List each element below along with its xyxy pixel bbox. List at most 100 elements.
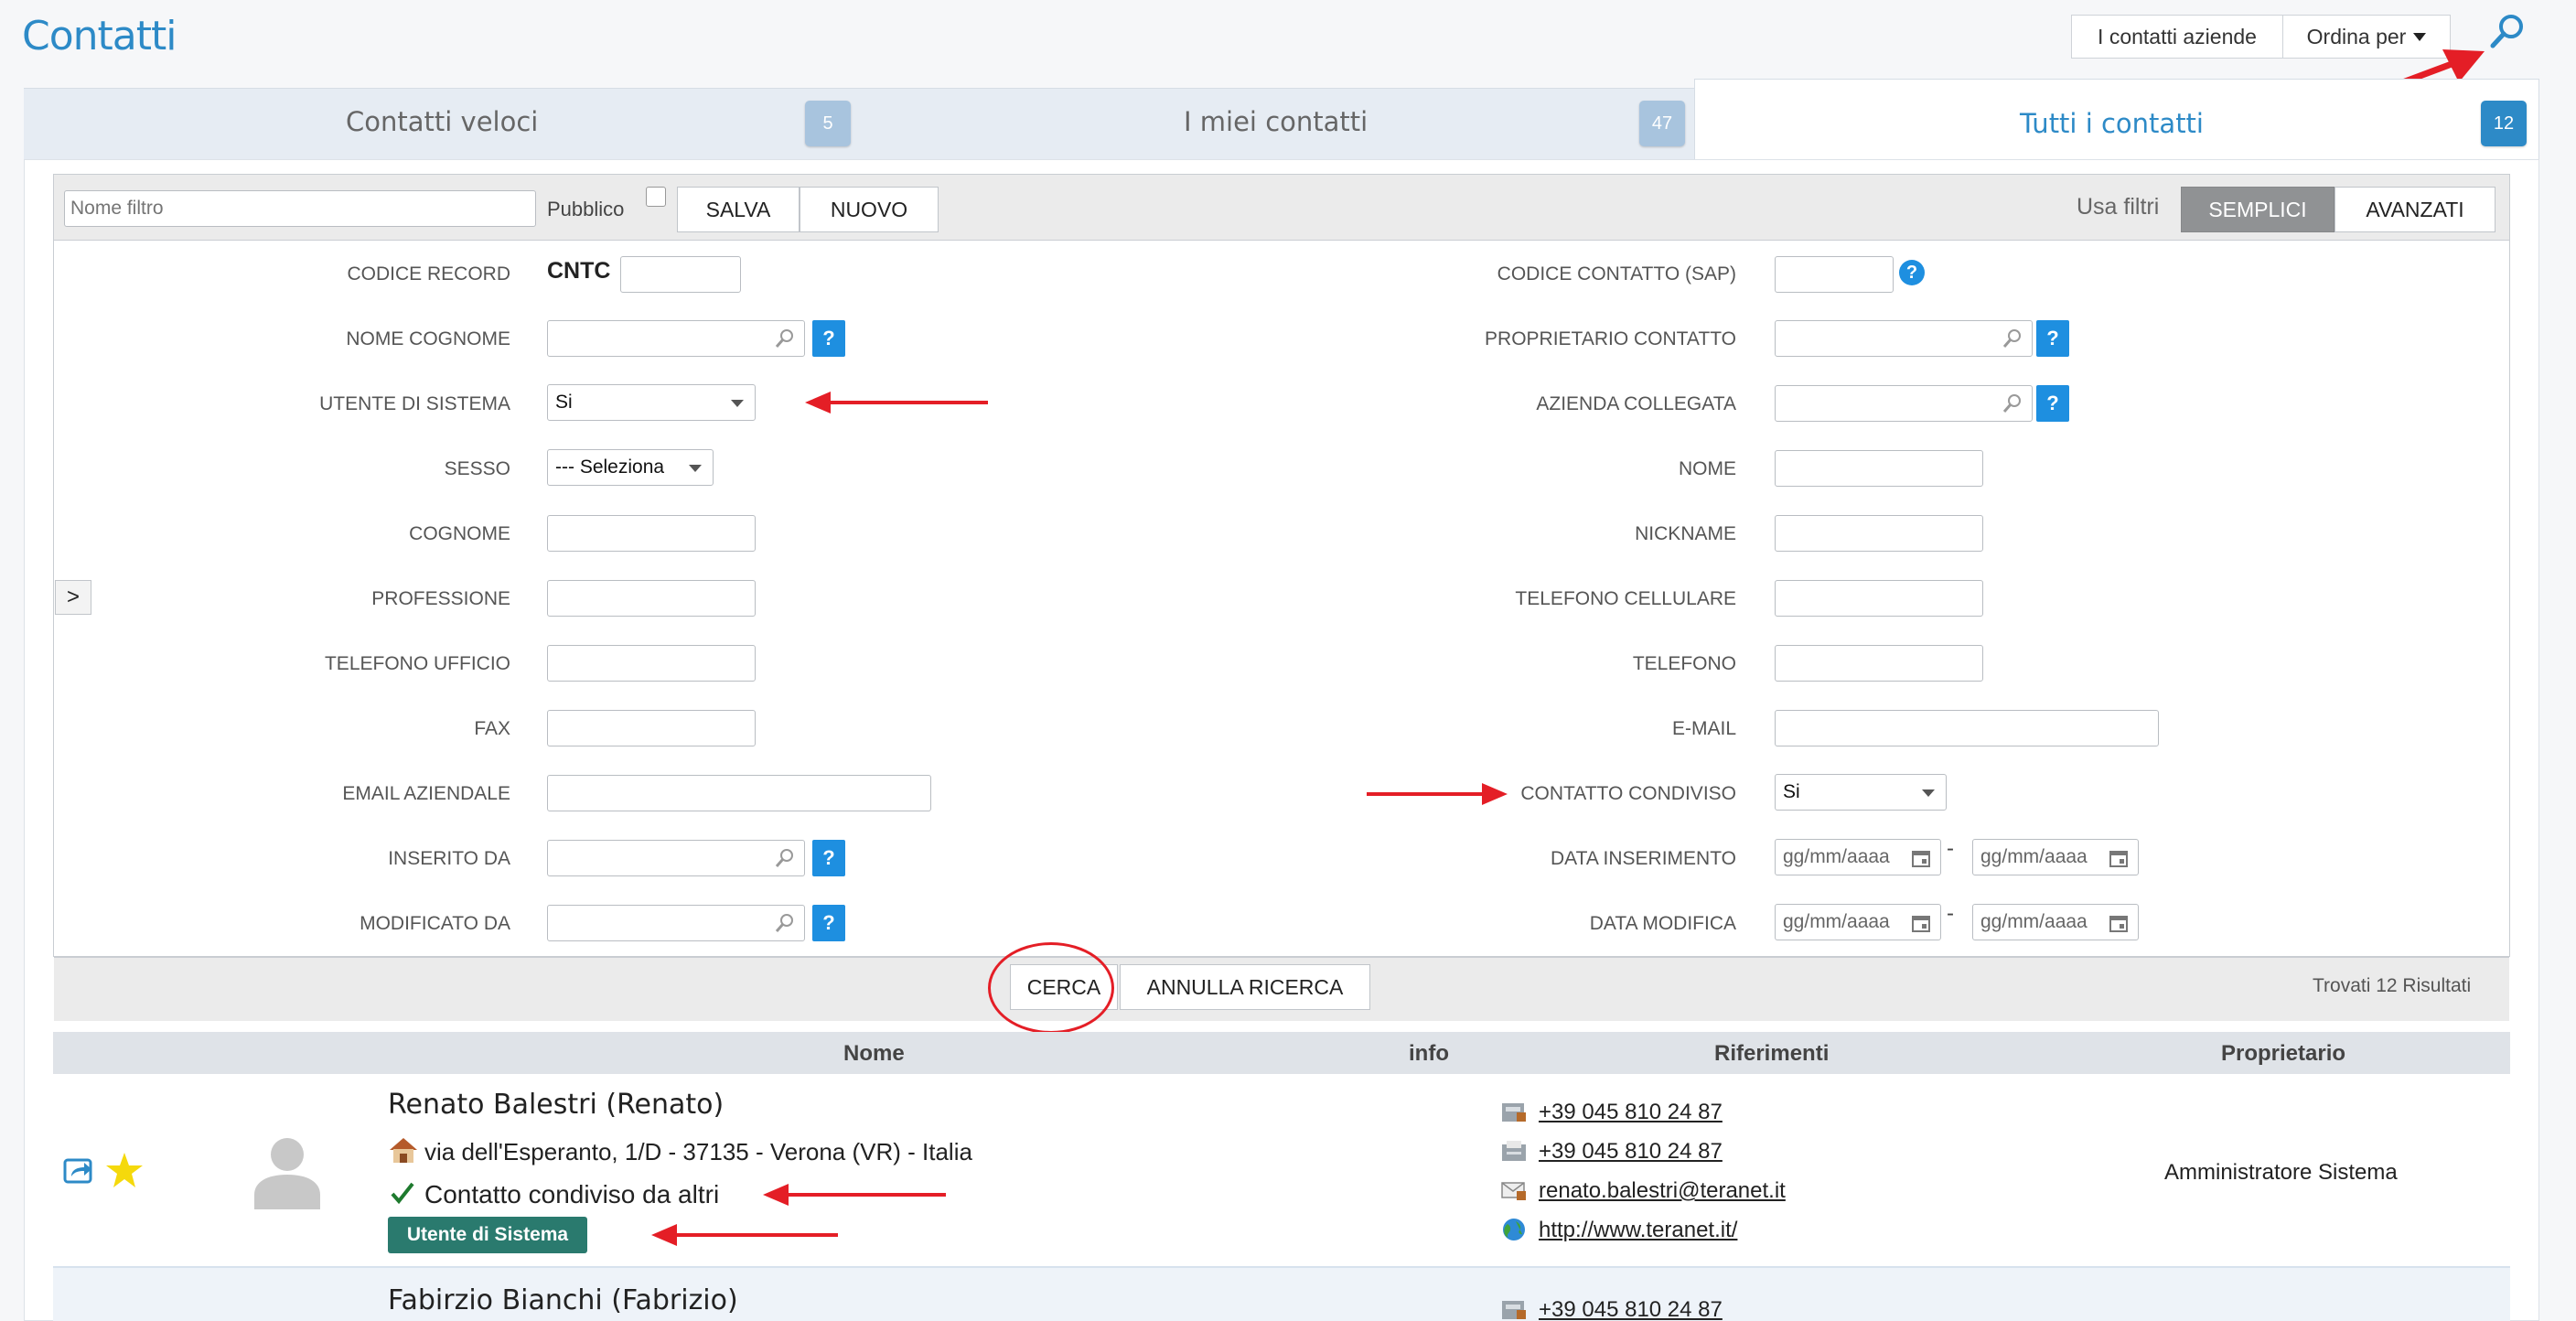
label-professione: PROFESSIONE	[371, 588, 510, 609]
codice-sap-input[interactable]	[1775, 256, 1894, 293]
modificato-da-lookup[interactable]	[547, 905, 805, 941]
proprietario-input[interactable]	[1775, 320, 2033, 357]
calendar-icon[interactable]	[2109, 913, 2129, 933]
data-modifica-from[interactable]: gg/mm/aaaa	[1775, 904, 1941, 940]
nome-input[interactable]	[1775, 450, 1983, 487]
column-header-proprietario[interactable]: Proprietario	[2221, 1041, 2345, 1067]
table-header	[53, 1032, 2510, 1074]
caret-down-icon	[2413, 32, 2427, 41]
public-checkbox[interactable]	[646, 187, 666, 207]
new-button[interactable]: NUOVO	[800, 187, 939, 232]
chevron-down-icon	[731, 400, 744, 407]
cntc-prefix: CNTC	[547, 258, 611, 284]
phone-link[interactable]: +39 045 810 24 87	[1539, 1100, 1723, 1125]
email-aziendale-input[interactable]	[547, 775, 931, 811]
contact-name[interactable]: Fabirzio Bianchi (Fabrizio)	[388, 1284, 738, 1316]
website-link[interactable]: http://www.teranet.it/	[1539, 1218, 1737, 1243]
companies-contacts-button[interactable]: I contatti aziende	[2071, 15, 2283, 59]
label-nickname: NICKNAME	[1635, 523, 1736, 544]
status-badge: Utente di Sistema	[388, 1217, 587, 1253]
sesso-value: --- Seleziona	[555, 456, 665, 478]
help-button[interactable]: ?	[812, 320, 845, 357]
date-placeholder: gg/mm/aaaa	[1783, 911, 1890, 932]
annotation-arrow	[805, 392, 988, 413]
label-azienda-collegata: AZIENDA COLLEGATA	[1536, 393, 1736, 414]
label-codice-record: CODICE RECORD	[347, 263, 510, 285]
help-button[interactable]: ?	[812, 905, 845, 941]
save-button[interactable]: SALVA	[677, 187, 800, 232]
label-sesso: SESSO	[444, 458, 510, 479]
azienda-lookup[interactable]	[1775, 385, 2033, 422]
contact-name[interactable]: Renato Balestri (Renato)	[388, 1089, 724, 1121]
filter-box	[53, 174, 2510, 957]
star-icon[interactable]	[104, 1151, 145, 1189]
calendar-icon[interactable]	[2109, 848, 2129, 868]
cognome-input[interactable]	[547, 515, 756, 552]
inserito-da-lookup[interactable]	[547, 840, 805, 876]
label-email-aziendale: EMAIL AZIENDALE	[342, 783, 510, 804]
data-inserimento-from[interactable]: gg/mm/aaaa	[1775, 839, 1941, 875]
owner-name: Amministratore Sistema	[2164, 1160, 2398, 1185]
azienda-input[interactable]	[1775, 385, 2033, 422]
utente-sistema-select[interactable]: Si	[547, 384, 756, 421]
label-modificato-da: MODIFICATO DA	[360, 913, 510, 934]
label-utente-sistema: UTENTE DI SISTEMA	[319, 393, 510, 414]
magnifier-icon	[2002, 394, 2021, 413]
office-phone-icon	[1502, 1103, 1526, 1122]
chevron-down-icon	[1922, 789, 1935, 797]
column-header-riferimenti: Riferimenti	[1714, 1041, 1830, 1066]
telefono-cellulare-input[interactable]	[1775, 580, 1983, 617]
fax-input[interactable]	[547, 710, 756, 746]
data-modifica-to[interactable]: gg/mm/aaaa	[1972, 904, 2139, 940]
page-title: Contatti	[22, 13, 177, 59]
column-header-info: info	[1409, 1041, 1449, 1066]
sesso-select[interactable]: --- Seleziona	[547, 449, 714, 486]
calendar-icon[interactable]	[1911, 848, 1931, 868]
phone-link[interactable]: +39 045 810 24 87	[1539, 1297, 1723, 1321]
help-button[interactable]: ?	[2036, 385, 2069, 422]
annotation-arrow	[763, 1184, 946, 1206]
cancel-search-button[interactable]: ANNULLA RICERCA	[1120, 964, 1370, 1010]
results-count: Trovati 12 Risultati	[2313, 975, 2472, 996]
label-nome-cognome: NOME COGNOME	[346, 328, 510, 349]
data-inserimento-to[interactable]: gg/mm/aaaa	[1972, 839, 2139, 875]
professione-input[interactable]	[547, 580, 756, 617]
label-proprietario: PROPRIETARIO CONTATTO	[1485, 328, 1736, 349]
tab-miei-contatti[interactable]: I miei contatti	[1184, 106, 1368, 137]
proprietario-lookup[interactable]	[1775, 320, 2033, 357]
magnifier-icon	[775, 329, 793, 348]
search-icon[interactable]	[2486, 11, 2528, 53]
annotation-circle	[988, 942, 1114, 1034]
tab-count-badge: 12	[2481, 101, 2527, 146]
annotation-arrow	[651, 1224, 838, 1246]
telefono-ufficio-input[interactable]	[547, 645, 756, 682]
nickname-input[interactable]	[1775, 515, 1983, 552]
advanced-filters-button[interactable]: AVANZATI	[2334, 187, 2496, 232]
filter-name-input[interactable]	[64, 190, 536, 227]
telefono-input[interactable]	[1775, 645, 1983, 682]
contatto-condiviso-select[interactable]: Si	[1775, 774, 1947, 811]
use-filters-label: Usa filtri	[2077, 194, 2160, 220]
nome-cognome-lookup[interactable]	[547, 320, 805, 357]
label-data-modifica: DATA MODIFICA	[1589, 913, 1736, 934]
email-link[interactable]: renato.balestri@teranet.it	[1539, 1178, 1786, 1204]
simple-filters-button[interactable]: SEMPLICI	[2181, 187, 2334, 232]
share-icon[interactable]	[62, 1156, 95, 1187]
label-data-inserimento: DATA INSERIMENTO	[1550, 848, 1736, 869]
modificato-da-input[interactable]	[547, 905, 805, 941]
fax-icon	[1502, 1141, 1526, 1161]
tab-contatti-veloci[interactable]: Contatti veloci	[346, 106, 538, 137]
help-button[interactable]: ?	[2036, 320, 2069, 357]
codice-record-input[interactable]	[620, 256, 741, 293]
phone-link[interactable]: +39 045 810 24 87	[1539, 1139, 1723, 1165]
calendar-icon[interactable]	[1911, 913, 1931, 933]
email-icon	[1501, 1182, 1526, 1200]
column-header-nome[interactable]: Nome	[843, 1041, 905, 1067]
inserito-da-input[interactable]	[547, 840, 805, 876]
help-circle-icon[interactable]: ?	[1899, 260, 1925, 285]
help-button[interactable]: ?	[812, 840, 845, 876]
contact-address: via dell'Esperanto, 1/D - 37135 - Verona…	[424, 1138, 972, 1165]
nome-cognome-input[interactable]	[547, 320, 805, 357]
tab-tutti-contatti-label: Tutti i contatti	[2020, 108, 2204, 139]
email-input[interactable]	[1775, 710, 2159, 746]
